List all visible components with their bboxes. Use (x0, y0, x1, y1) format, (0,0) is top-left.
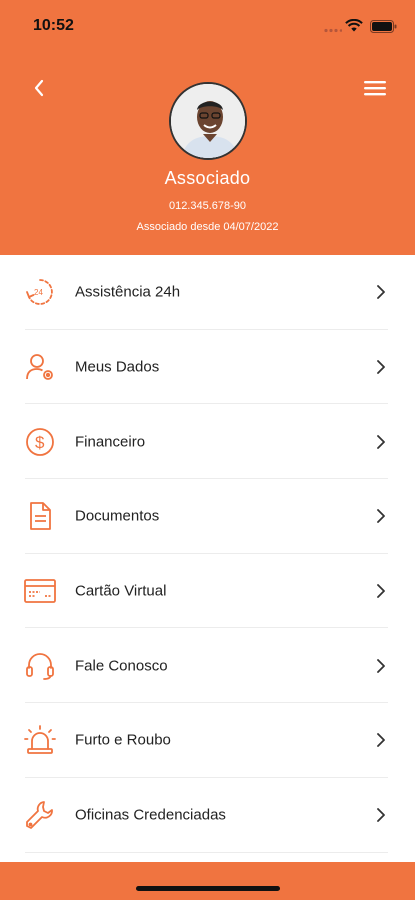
menu-item-label: Cartão Virtual (75, 582, 167, 600)
menu-item-assistencia-24h[interactable]: 24 Assistência 24h (0, 255, 415, 330)
signal-icon (324, 28, 342, 33)
profile-header: 10:52 Associado 012.345.678-90 Associado… (0, 0, 415, 255)
dollar-circle-icon: $ (22, 424, 58, 460)
menu-item-label: Assistência 24h (75, 283, 181, 301)
profile-document: 012.345.678-90 (168, 200, 247, 212)
chevron-right-icon (377, 360, 385, 374)
card-icon (22, 573, 58, 609)
menu-item-label: Documentos (75, 507, 160, 525)
menu-item-label: Financeiro (75, 433, 146, 451)
menu-item-furto-e-roubo[interactable]: Furto e Roubo (0, 703, 415, 778)
document-icon (22, 498, 58, 534)
svg-text:$: $ (35, 433, 45, 452)
status-bar: 10:52 (0, 0, 415, 50)
profile-name: Associado (164, 168, 251, 188)
wrench-icon (22, 797, 58, 833)
menu-item-fale-conosco[interactable]: Fale Conosco (0, 628, 415, 704)
chevron-right-icon (377, 808, 385, 823)
menu-item-label: Meus Dados (75, 358, 160, 376)
siren-icon (22, 722, 58, 758)
back-button[interactable] (27, 76, 51, 100)
chevron-right-icon (377, 658, 385, 673)
menu-button[interactable] (362, 78, 390, 100)
menu-item-documentos[interactable]: Documentos (0, 479, 415, 554)
chevron-right-icon (377, 285, 385, 300)
chevron-left-icon (34, 79, 44, 97)
main-menu: 24 Assistência 24h Meus Dados $ Financei… (0, 255, 415, 853)
headset-icon (22, 648, 58, 684)
footer-bar (0, 862, 415, 900)
divider (25, 851, 388, 853)
avatar[interactable] (169, 82, 247, 160)
menu-item-financeiro[interactable]: $ Financeiro (0, 404, 415, 480)
member-since: Associado desde 04/07/2022 (136, 221, 279, 233)
battery-icon (370, 20, 397, 33)
chevron-right-icon (377, 584, 385, 598)
chevron-right-icon (377, 509, 385, 524)
menu-item-oficinas-credenciadas[interactable]: Oficinas Credenciadas (0, 778, 415, 853)
menu-item-label: Fale Conosco (75, 657, 168, 675)
menu-item-label: Furto e Roubo (75, 731, 171, 749)
user-photo-icon (171, 84, 245, 158)
wifi-icon (345, 19, 363, 32)
menu-item-meus-dados[interactable]: Meus Dados (0, 330, 415, 405)
chevron-right-icon (377, 434, 385, 449)
chevron-right-icon (377, 733, 385, 748)
home-indicator[interactable] (136, 886, 280, 891)
status-time: 10:52 (33, 17, 74, 34)
hamburger-icon (364, 81, 386, 96)
svg-text:24: 24 (34, 288, 43, 297)
assistance-24h-icon: 24 (22, 274, 58, 310)
user-settings-icon (22, 349, 58, 385)
menu-item-cartao-virtual[interactable]: Cartão Virtual (0, 554, 415, 629)
menu-item-label: Oficinas Credenciadas (75, 806, 226, 824)
